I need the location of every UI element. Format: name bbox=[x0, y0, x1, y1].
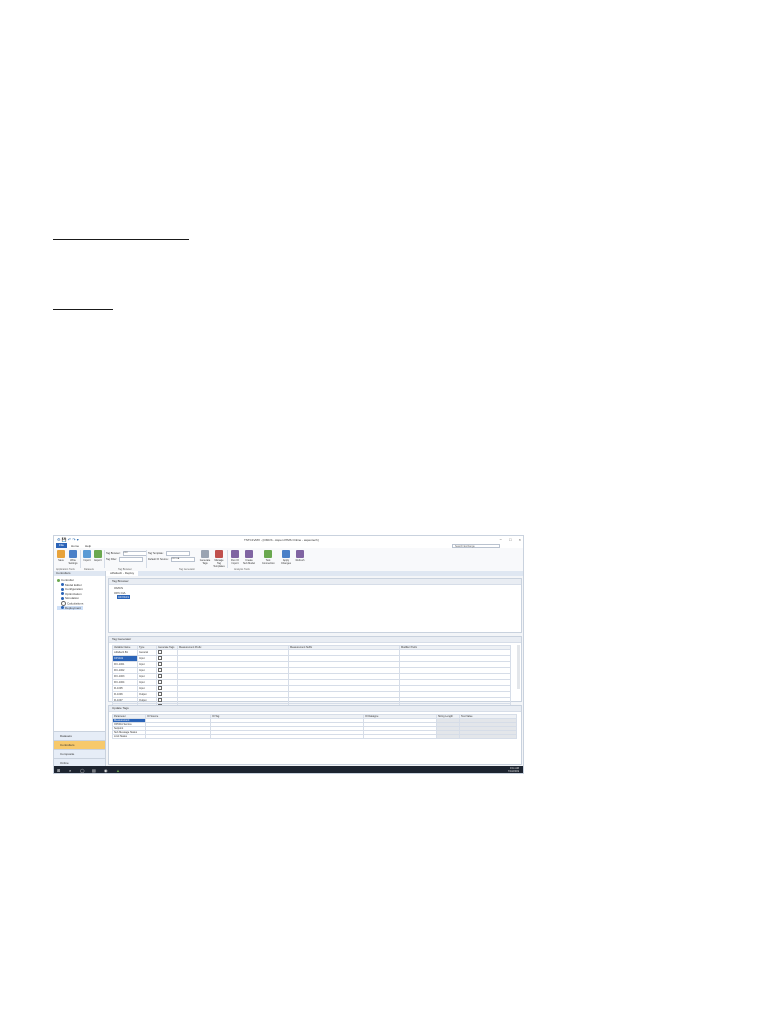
manage-tag-templates-button[interactable]: Manage Tag Templates bbox=[213, 550, 225, 568]
generate-checkbox[interactable] bbox=[158, 650, 162, 654]
run-io-import-button[interactable]: Run IO Import bbox=[229, 550, 241, 565]
maximize-button[interactable]: □ bbox=[509, 537, 511, 542]
tag-filter-field: Tag Filter: bbox=[106, 557, 143, 562]
nav-group-controllers[interactable]: Controllers bbox=[54, 740, 105, 749]
tag-browser-dropdown[interactable]: OPC bbox=[122, 551, 147, 556]
test-connection-button[interactable]: Test Connection bbox=[262, 550, 275, 565]
column-header[interactable]: Generate Tags bbox=[156, 645, 178, 650]
deployment-icon bbox=[61, 606, 64, 610]
export-icon bbox=[94, 550, 102, 558]
tag-generator-header[interactable]: Tag Generator bbox=[109, 637, 521, 643]
import-icon bbox=[83, 550, 91, 558]
ribbon-separator bbox=[146, 550, 147, 568]
default-io-source-field: Default IO Source: OPC DA bbox=[148, 557, 195, 562]
run-import-icon bbox=[231, 550, 239, 558]
sub-model-icon bbox=[245, 550, 253, 558]
generate-tags-icon bbox=[201, 550, 209, 558]
write-settings-icon bbox=[69, 550, 77, 558]
tag-template-field: Tag Template: bbox=[148, 551, 190, 556]
test-connection-icon bbox=[264, 550, 272, 558]
search-icon[interactable]: ⌕ bbox=[69, 768, 71, 773]
nav-header: Controllers bbox=[54, 571, 105, 576]
tag-browser-field: Tag Browser: OPC bbox=[106, 551, 147, 556]
generate-checkbox[interactable] bbox=[158, 662, 162, 666]
tag-browser-header[interactable]: Tag Browser bbox=[109, 579, 521, 585]
optimization-icon bbox=[61, 592, 64, 596]
apply-changes-icon bbox=[282, 550, 290, 558]
simulation-icon bbox=[61, 596, 64, 600]
write-settings-button[interactable]: Write Settings bbox=[67, 550, 79, 565]
navigation-pane: Controllers Controller Model Editor Conf… bbox=[54, 571, 106, 767]
doc-heading-underline-1 bbox=[53, 239, 189, 240]
save-button[interactable]: Save bbox=[55, 550, 67, 562]
generate-checkbox[interactable] bbox=[158, 668, 162, 672]
update-tags-table: Parameter IO Source IO Tag IO Datatype S… bbox=[112, 714, 517, 739]
quick-access-toolbar[interactable]: ⚙ 💾 ↶ ↷ ▾ bbox=[57, 537, 79, 542]
main-content: cdfa3ecb - Deploy Tag Browser OMCS OPC D… bbox=[106, 571, 523, 766]
window-controls: − □ × bbox=[494, 537, 521, 542]
controller-tree: Controller Model Editor Configuration Op… bbox=[57, 578, 84, 610]
apply-changes-button[interactable]: Apply Changes bbox=[280, 550, 292, 565]
tag-browser-item-selected[interactable]: CFV101 bbox=[117, 595, 131, 599]
generate-tags-button[interactable]: Generate Tags bbox=[199, 550, 211, 565]
update-tags-header[interactable]: Update Tags bbox=[109, 706, 521, 712]
tag-generator-panel: Tag Generator Variable Name Type Generat… bbox=[108, 636, 522, 716]
save-icon bbox=[57, 550, 65, 558]
doc-heading-underline-2 bbox=[53, 309, 113, 310]
window-title: TSTC1VMX - [OMCS - Aspen PIMS Online - a… bbox=[244, 538, 319, 542]
refresh-icon bbox=[296, 550, 304, 558]
system-clock[interactable]: 9:11 AM 7/10/2019 bbox=[508, 767, 519, 773]
generate-checkbox[interactable] bbox=[158, 674, 162, 678]
task-view-icon[interactable]: ◯ bbox=[80, 768, 84, 773]
tab-deploy[interactable]: cdfa3ecb - Deploy bbox=[106, 571, 139, 576]
tree-item-deployment[interactable]: Deployment bbox=[57, 605, 84, 610]
nav-group-composite[interactable]: Composite bbox=[54, 749, 105, 758]
table-row[interactable]: Limit Status bbox=[112, 734, 517, 739]
aspen-app-icon[interactable]: ▲ bbox=[116, 768, 120, 773]
default-io-source-dropdown[interactable]: OPC DA bbox=[170, 557, 195, 562]
file-explorer-icon[interactable]: ▤ bbox=[92, 768, 96, 773]
windows-taskbar: ⊞ ⌕ ◯ ▤ ◉ ▲ 9:11 AM 7/10/2019 bbox=[54, 766, 523, 773]
create-sub-model-button[interactable]: Create Sub Model bbox=[243, 550, 255, 565]
app-icon[interactable]: ◉ bbox=[104, 768, 108, 773]
close-button[interactable]: × bbox=[519, 537, 521, 542]
ribbon: Save Write Settings Import Export Tag Br… bbox=[54, 548, 523, 572]
start-button[interactable]: ⊞ bbox=[57, 768, 60, 773]
generate-checkbox[interactable] bbox=[158, 686, 162, 690]
tag-template-dropdown[interactable] bbox=[165, 551, 190, 556]
ribbon-separator bbox=[104, 550, 105, 568]
nav-group-datasets[interactable]: Datasets bbox=[54, 731, 105, 740]
ribbon-separator bbox=[227, 550, 228, 568]
tag-browser-tree: OMCS OPC DA CFV101 bbox=[114, 586, 131, 600]
embedded-app-screenshot: ⚙ 💾 ↶ ↷ ▾ TSTC1VMX - [OMCS - Aspen PIMS … bbox=[53, 535, 524, 774]
generate-checkbox[interactable] bbox=[158, 692, 162, 696]
minimize-button[interactable]: − bbox=[500, 537, 502, 542]
tag-filter-input[interactable] bbox=[118, 557, 143, 562]
nav-groups: Datasets Controllers Composite Online bbox=[54, 731, 105, 767]
generate-checkbox[interactable] bbox=[158, 656, 162, 660]
generate-checkbox[interactable] bbox=[158, 698, 162, 702]
tag-browser-panel: Tag Browser OMCS OPC DA CFV101 bbox=[108, 578, 522, 633]
generate-checkbox[interactable] bbox=[158, 680, 162, 684]
export-button[interactable]: Export bbox=[92, 550, 104, 562]
refresh-button[interactable]: Refresh bbox=[294, 550, 306, 562]
tag-templates-icon bbox=[215, 550, 223, 558]
controller-icon bbox=[57, 578, 60, 582]
model-icon bbox=[61, 583, 64, 587]
update-tags-panel: Update Tags Parameter IO Source IO Tag I… bbox=[108, 705, 522, 765]
document-tab-strip: cdfa3ecb - Deploy bbox=[106, 571, 523, 576]
tag-generator-scrollbar[interactable] bbox=[517, 645, 520, 689]
configuration-icon bbox=[61, 587, 64, 591]
